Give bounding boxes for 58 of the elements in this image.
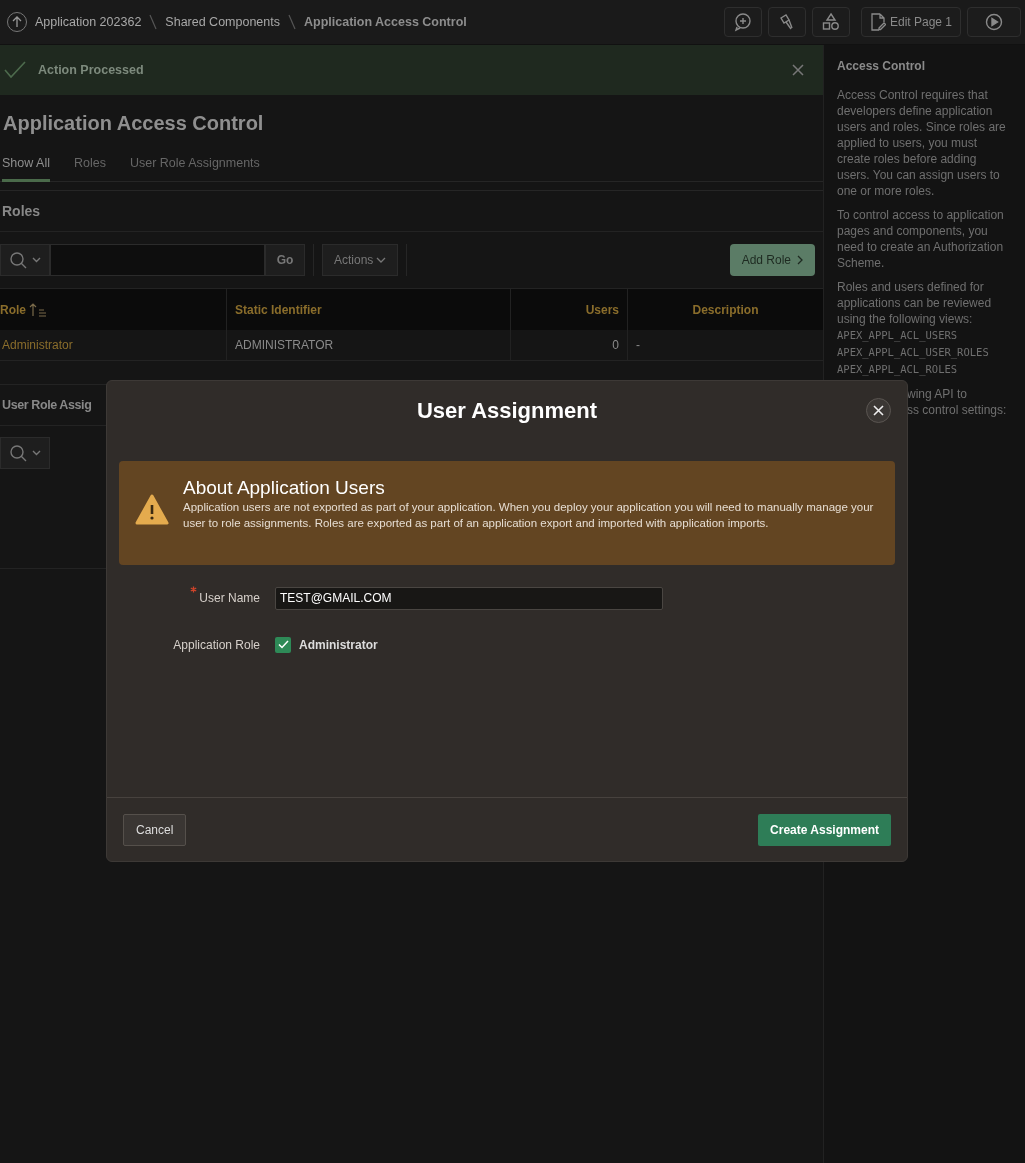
comment-button[interactable]: [723, 7, 762, 37]
field-label: Application Role: [173, 636, 260, 654]
field-label: User Name: [199, 590, 260, 607]
search-menu-button[interactable]: [0, 244, 50, 276]
help-paragraph: Access Control requires that developers define application users and roles. Since roles are applied to users, you must create roles before adding users. You can assign users to one or more roles.: [837, 87, 1007, 199]
warning-icon: [135, 494, 169, 525]
create-assignment-button[interactable]: Create Assignment: [758, 813, 891, 846]
user-name-field[interactable]: TEST@GMAIL.COM: [275, 586, 663, 610]
tab[interactable]: Show All: [2, 154, 50, 182]
help-text: wing API to: [907, 386, 969, 402]
table-cell: 0: [510, 330, 627, 360]
breadcrumb-link[interactable]: Application Access Control: [304, 12, 467, 32]
cancel-button[interactable]: Cancel: [123, 813, 187, 846]
separator-icon: [149, 14, 158, 30]
help-paragraph: Roles and users defined for applications can be reviewed using the following views:: [837, 279, 993, 327]
edit-page-button[interactable]: Edit Page 1: [860, 7, 961, 37]
go-button[interactable]: Go: [265, 244, 305, 276]
dialog-title: User Assignment: [416, 396, 598, 425]
column-header[interactable]: Role: [0, 289, 226, 330]
notice-text: Application users are not exported as part of your application. When you deploy your application you will need to manually manage your user to role assignments. Roles are exported as part of an application export and imported with application imports.: [183, 500, 875, 531]
breadcrumb-link[interactable]: Shared Components: [165, 12, 280, 32]
view-name: APEX_APPL_ACL_USERS: [837, 328, 959, 344]
caret-icon: [376, 256, 387, 264]
close-icon: [791, 63, 805, 77]
tab[interactable]: Roles: [73, 154, 106, 182]
checkbox-option[interactable]: Administrator: [275, 635, 378, 654]
view-name: APEX_APPL_ACL_ROLES: [837, 362, 959, 378]
region-title: Roles: [0, 191, 823, 232]
search-field[interactable]: [50, 244, 265, 276]
run-button[interactable]: [967, 7, 1021, 37]
separator-icon: [288, 14, 296, 30]
add-role-button[interactable]: Add Role: [729, 244, 815, 276]
edit-page-icon: [869, 13, 886, 31]
alert-message: Action Processed: [38, 61, 145, 79]
page-title: Application Access Control: [3, 111, 265, 136]
play-icon: [984, 12, 1004, 32]
close-button[interactable]: [866, 398, 891, 423]
tab[interactable]: User Role Assignments: [129, 154, 260, 182]
search-menu-button[interactable]: [0, 437, 50, 469]
help-paragraph: To control access to application pages and components, you need to create an Authorization Scheme.: [837, 207, 1005, 271]
view-name: APEX_APPL_ACL_USER_ROLES: [837, 345, 990, 361]
arrow-icon: [12, 16, 22, 28]
table-cell: ADMINISTRATOR: [226, 330, 510, 360]
check-icon: [4, 61, 26, 79]
role-link[interactable]: Administrator: [0, 330, 226, 360]
chevron-icon: [797, 255, 803, 265]
notice-title: About Application Users: [183, 477, 386, 499]
close-icon: [873, 405, 884, 416]
shapes-button[interactable]: [811, 7, 850, 37]
flashlight-button[interactable]: [767, 7, 806, 37]
actions-button[interactable]: Actions: [322, 244, 399, 276]
help-title: Access Control: [837, 58, 927, 74]
speech-bubble-plus-icon: [732, 12, 753, 32]
help-text: ss control settings:: [907, 402, 1008, 418]
check-icon: [277, 640, 289, 649]
breadcrumb-link[interactable]: Application 202362: [35, 12, 142, 32]
checkbox[interactable]: [275, 636, 291, 653]
shapes-icon: [820, 12, 841, 32]
